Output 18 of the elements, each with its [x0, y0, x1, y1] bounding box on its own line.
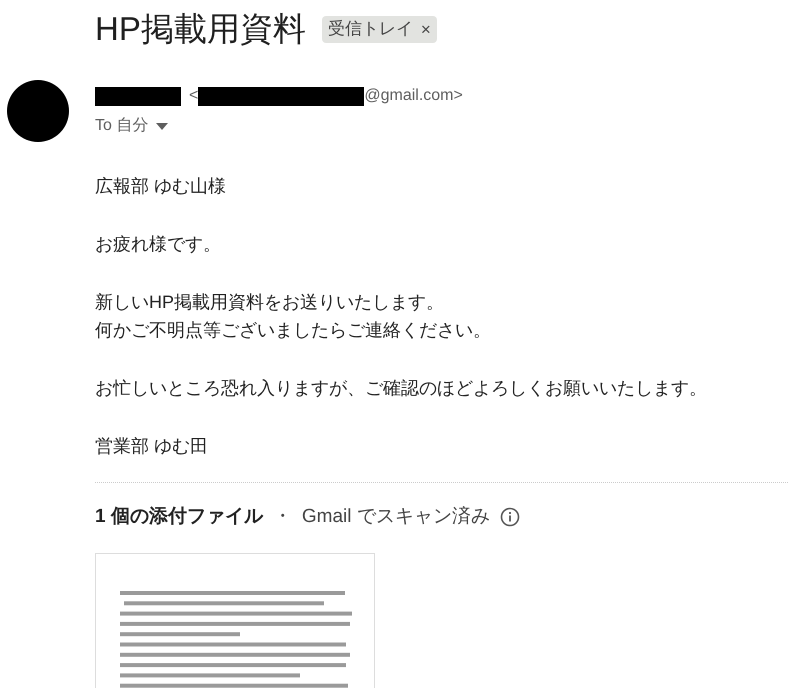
sender-email: @gmail.com>: [364, 86, 463, 106]
separator-dot: ・: [272, 504, 292, 529]
label-chip[interactable]: 受信トレイ ×: [322, 16, 437, 42]
scan-status: Gmail でスキャン済み: [302, 504, 490, 529]
body-text: 新しいHP掲載用資料をお送りいたします。: [95, 291, 446, 314]
body-text: 広報部 ゆむ山様: [95, 175, 228, 198]
attachment-count: 1 個の添付ファイル: [95, 504, 263, 529]
bracket-text: <: [189, 86, 198, 106]
remove-label-button[interactable]: ×: [420, 20, 431, 38]
email-subject: HP掲載用資料: [95, 12, 306, 44]
body-text: 営業部 ゆむ田: [95, 435, 210, 458]
body-text: 何かご不明点等ございましたらご連絡ください。: [95, 319, 492, 342]
caret-icon: [156, 122, 168, 130]
info-icon[interactable]: [500, 507, 520, 527]
body-text: お忙しいところ恐れ入りますが、ご確認のほどよろしくお願いいたします。: [95, 377, 708, 400]
recipient-toggle[interactable]: To 自分: [95, 114, 463, 138]
body-text: お疲れ様です。: [95, 233, 222, 256]
label-text: 受信トレイ: [328, 18, 413, 40]
